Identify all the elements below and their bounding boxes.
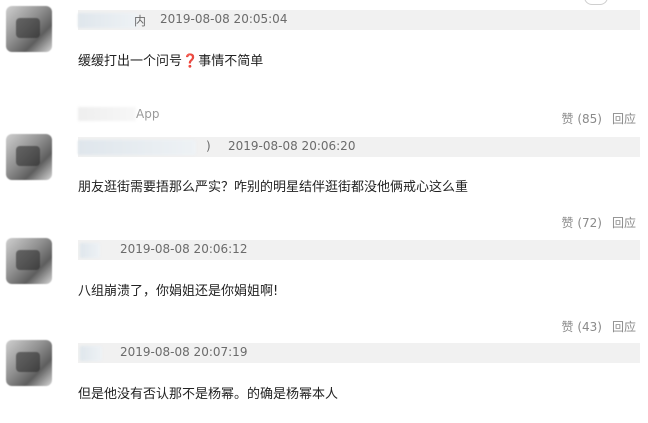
like-button[interactable]: 赞 (72) xyxy=(562,216,602,230)
reply-button[interactable]: 回应 xyxy=(612,320,636,334)
decorative-corner xyxy=(584,0,608,5)
comment-timestamp: 2019-08-08 20:06:20 xyxy=(228,139,356,153)
reply-button[interactable]: 回应 xyxy=(612,216,636,230)
like-button[interactable]: 赞 (85) xyxy=(562,112,602,126)
comment-meta-bar: 2019-08-08 20:07:19 xyxy=(78,343,640,363)
comment-text: 缓缓打出一个问号❓事情不简单 xyxy=(78,54,264,69)
avatar[interactable] xyxy=(6,6,52,52)
avatar[interactable] xyxy=(6,134,52,180)
reply-button[interactable]: 回应 xyxy=(612,112,636,126)
username-tail: 内 xyxy=(134,14,147,28)
source-blurred xyxy=(78,107,136,121)
like-button[interactable]: 赞 (43) xyxy=(562,320,602,334)
comment-text: 八组崩溃了，你娟姐还是你娟姐啊! xyxy=(78,284,279,299)
comment-meta-bar: ) 2019-08-08 20:06:20 xyxy=(78,137,640,157)
comment-text: 但是他没有否认那不是杨幂。的确是杨幂本人 xyxy=(78,387,339,402)
username-blurred[interactable] xyxy=(80,346,102,361)
username-tail: ) xyxy=(206,139,211,153)
comment-timestamp: 2019-08-08 20:05:04 xyxy=(160,12,288,26)
comment-actions: 赞 (72) 回应 xyxy=(562,214,636,231)
username-blurred[interactable] xyxy=(80,243,100,258)
comment-meta-bar: 内 2019-08-08 20:05:04 xyxy=(78,10,640,30)
comment-meta-bar: 2019-08-08 20:06:12 xyxy=(78,240,640,260)
username-blurred[interactable] xyxy=(78,13,138,28)
avatar[interactable] xyxy=(6,340,52,386)
avatar[interactable] xyxy=(6,238,52,284)
question-mark-icon: ❓ xyxy=(182,54,199,69)
app-source-label: App xyxy=(136,107,160,121)
comment-timestamp: 2019-08-08 20:07:19 xyxy=(120,345,248,359)
username-blurred[interactable] xyxy=(78,140,196,155)
comment-timestamp: 2019-08-08 20:06:12 xyxy=(120,242,248,256)
comment-text: 朋友逛街需要捂那么严实？咋别的明星结伴逛街都没他俩戒心这么重 xyxy=(78,180,469,195)
comment-actions: 赞 (85) 回应 xyxy=(562,110,636,127)
comment-actions: 赞 (43) 回应 xyxy=(562,318,636,335)
